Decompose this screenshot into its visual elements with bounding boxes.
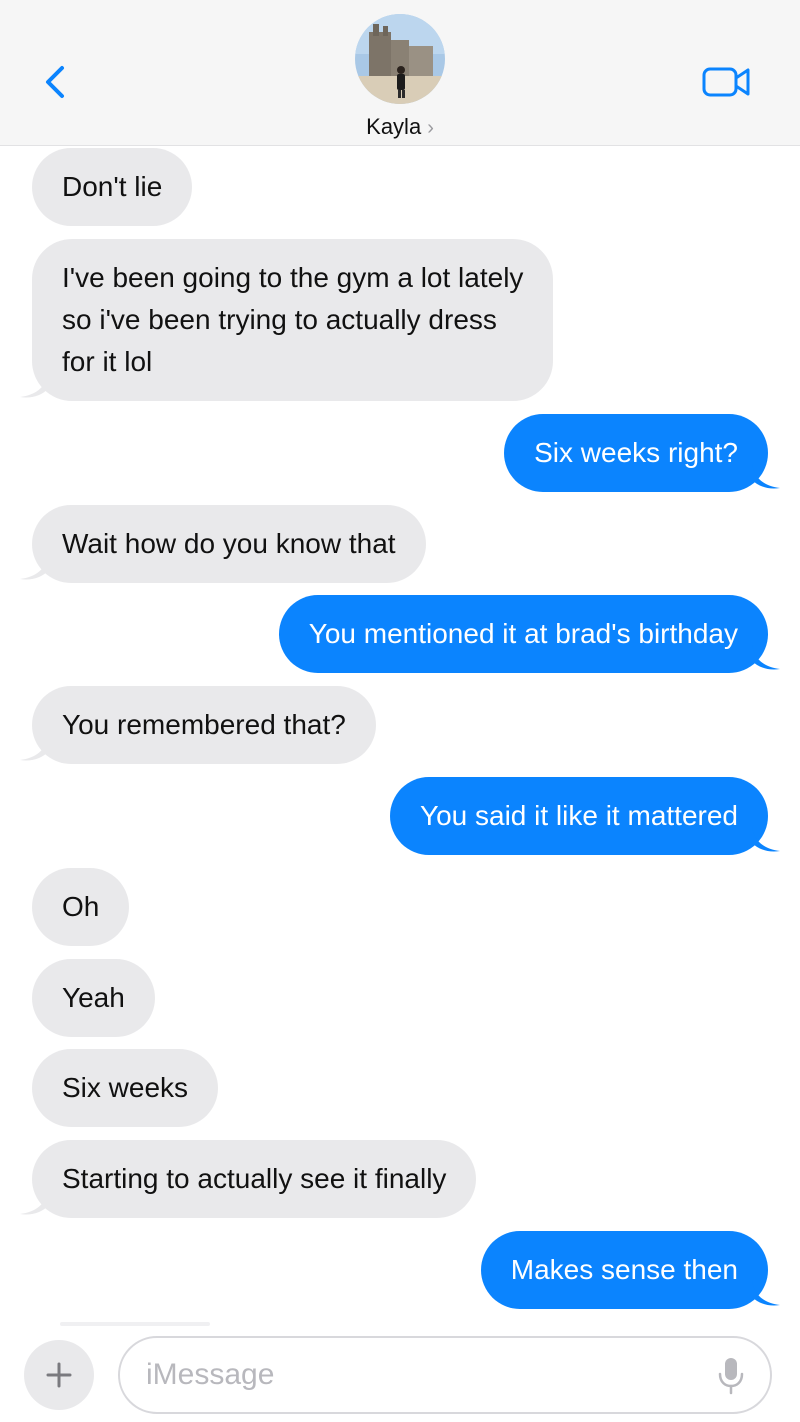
contact-name-button[interactable]: Kayla › [0,114,800,140]
bubble-tail [20,736,48,761]
message-composer: iMessage [0,1326,800,1422]
outgoing-bubble[interactable]: You said it like it mattered [389,777,768,855]
outgoing-bubble[interactable]: Six weeks right? [504,414,768,492]
message-text: Six weeks right? [534,437,738,468]
conversation-header: Kayla › [0,0,800,146]
message-text: You mentioned it at brad's birthday [308,618,738,649]
plus-icon [46,1362,72,1388]
incoming-bubble[interactable]: Yeah [32,959,155,1037]
avatar-photo [355,14,445,104]
incoming-bubble[interactable]: You remembered that? [32,686,376,764]
bubble-tail [752,645,780,670]
message-text: Yeah [62,982,125,1013]
message-text: Don't lie [62,171,163,202]
bubble-tail [20,1190,48,1215]
message-text: Wait how do you know that [62,528,396,559]
contact-avatar[interactable] [355,14,445,104]
message-text: Makes sense then [510,1254,738,1285]
outgoing-bubble[interactable]: Makes sense then [480,1231,768,1309]
input-placeholder: iMessage [146,1358,275,1391]
microphone-icon[interactable] [716,1356,746,1396]
message-text: Six weeks [62,1072,189,1103]
message-text: You remembered that? [62,709,346,740]
bubble-tail [752,827,780,852]
plus-button[interactable] [24,1340,94,1410]
incoming-bubble[interactable]: Oh [32,868,130,946]
message-text: for it lol [62,346,153,377]
message-text: so i've been trying to actually dress [62,304,497,335]
incoming-bubble[interactable]: Starting to actually see it finally [32,1140,477,1218]
bubble-tail [752,1281,780,1306]
incoming-bubble[interactable]: Wait how do you know that [32,505,426,583]
incoming-bubble[interactable]: Don't lie [32,148,193,226]
message-text: I've been going to the gym a lot lately [62,262,524,293]
imessage-input[interactable]: iMessage [118,1336,772,1414]
bubble-tail [752,464,780,489]
chevron-right-icon: › [427,117,434,139]
bubble-tail [20,555,48,580]
outgoing-bubble[interactable]: You mentioned it at brad's birthday [278,595,768,673]
message-text: You said it like it mattered [419,800,738,831]
contact-name: Kayla [366,114,422,139]
chevron-left-icon[interactable] [38,62,74,102]
incoming-bubble[interactable]: Six weeks [32,1049,219,1127]
incoming-bubble[interactable]: I've been going to the gym a lot lately … [32,239,554,401]
bubble-tail [20,373,48,398]
message-thread: Don't lie I've been going to the gym a l… [0,146,800,1326]
message-text: Starting to actually see it finally [62,1163,447,1194]
video-camera-icon[interactable] [700,64,752,100]
message-text: Oh [62,891,100,922]
